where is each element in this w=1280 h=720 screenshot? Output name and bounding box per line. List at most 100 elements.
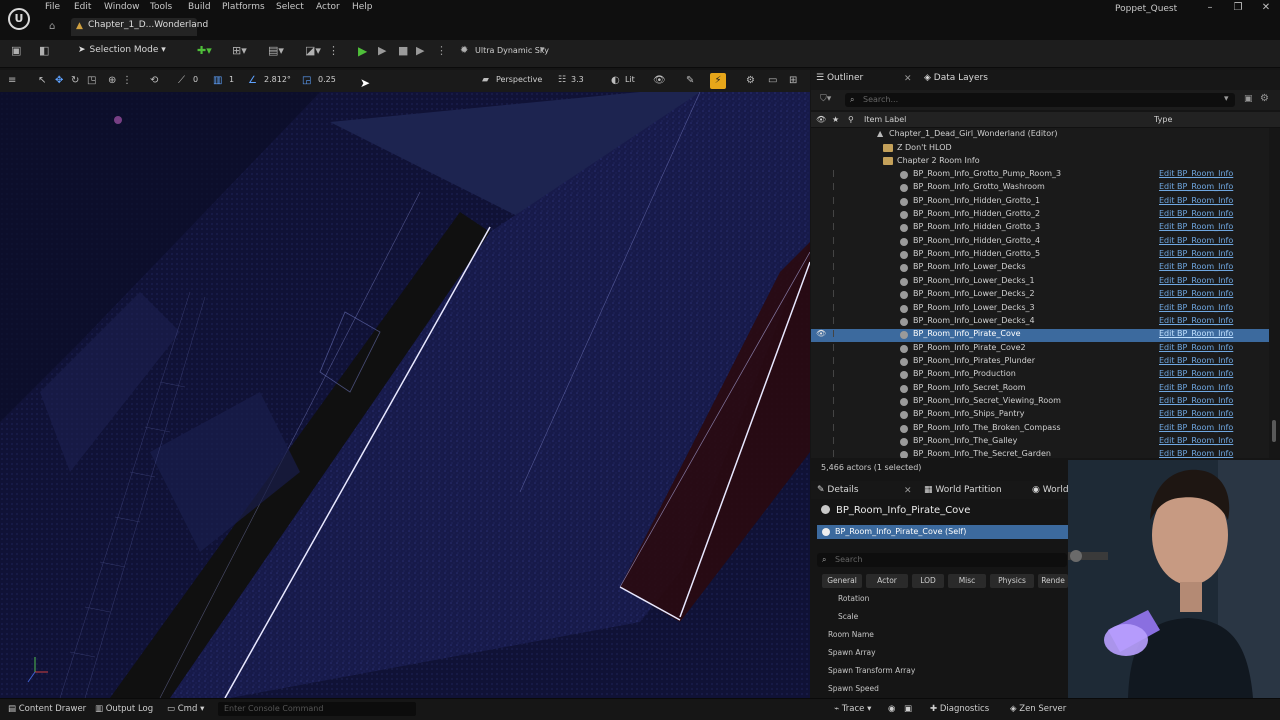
blueprint-icon[interactable]: ⊞▾ bbox=[232, 44, 247, 57]
edit-blueprint-link[interactable]: Edit BP_Room_Info bbox=[1159, 169, 1233, 178]
show-flags-icon[interactable]: 👁 bbox=[653, 75, 666, 86]
outliner-search-input[interactable]: ⌕ Search... bbox=[845, 93, 1235, 107]
lit-dropdown[interactable]: Lit bbox=[625, 75, 635, 84]
level-document-tab[interactable]: ▲ Chapter_1_D...Wonderland bbox=[71, 18, 208, 36]
rotation-snap-value[interactable]: 0 bbox=[193, 75, 198, 84]
edit-blueprint-link[interactable]: Edit BP_Room_Info bbox=[1159, 436, 1233, 445]
edit-blueprint-link[interactable]: Edit BP_Room_Info bbox=[1159, 236, 1233, 245]
filter-misc[interactable]: Misc bbox=[948, 574, 986, 588]
more-options-icon[interactable]: ⋮ bbox=[328, 44, 339, 57]
add-actor-icon[interactable]: ✚▾ bbox=[197, 44, 212, 57]
add-folder-icon[interactable]: ▣ bbox=[1244, 94, 1253, 104]
sky-chevron-icon[interactable]: ▾ bbox=[540, 45, 545, 55]
diagnostics-button[interactable]: ✚ Diagnostics bbox=[930, 704, 989, 714]
pen-icon[interactable]: ✎ bbox=[686, 75, 694, 86]
scale-tool-icon[interactable]: ◳ bbox=[87, 75, 96, 86]
tree-row-actor[interactable]: BP_Room_Info_Lower_Decks_2 Edit BP_Room_I… bbox=[811, 289, 1269, 302]
pin-toggle-icon[interactable] bbox=[833, 356, 838, 364]
viewport-options-icon[interactable]: ≡ bbox=[8, 75, 16, 86]
play-options-icon[interactable]: ⋮ bbox=[436, 44, 447, 57]
cinematics-icon[interactable]: ▤▾ bbox=[268, 44, 284, 57]
tree-row-actor[interactable]: BP_Room_Info_Hidden_Grotto_2 Edit BP_Room… bbox=[811, 209, 1269, 222]
minimize-icon[interactable]: – bbox=[1202, 2, 1218, 13]
cmd-dropdown[interactable]: ▭ Cmd ▾ bbox=[167, 704, 204, 714]
unreal-logo-icon[interactable]: U bbox=[8, 8, 30, 30]
menu-actor[interactable]: Actor bbox=[316, 2, 340, 12]
tree-row-actor[interactable]: BP_Room_Info_Secret_Viewing_Room Edit BP_… bbox=[811, 396, 1269, 409]
type-header[interactable]: Type bbox=[1154, 115, 1172, 124]
grid-snap-icon[interactable]: ⟲ bbox=[150, 75, 158, 86]
search-chevron-icon[interactable]: ▾ bbox=[1224, 94, 1229, 104]
tree-row-actor[interactable]: 👁 BP_Room_Info_Pirate_Cove Edit BP_Room_In… bbox=[811, 329, 1269, 343]
tree-row-actor[interactable]: BP_Room_Info_The_Secret_Garden Edit BP_Ro… bbox=[811, 449, 1269, 458]
level-viewport[interactable] bbox=[0, 92, 810, 698]
pin-toggle-icon[interactable] bbox=[833, 250, 838, 258]
favorite-column-icon[interactable]: ★ bbox=[832, 115, 839, 124]
scale-snap-icon[interactable]: ◲ bbox=[302, 75, 311, 86]
pin-toggle-icon[interactable] bbox=[833, 383, 838, 391]
scale-snap-value[interactable]: 0.25 bbox=[318, 75, 336, 84]
screenshot-icon[interactable]: ▣ bbox=[904, 704, 912, 714]
edit-blueprint-link[interactable]: Edit BP_Room_Info bbox=[1159, 383, 1233, 392]
pin-toggle-icon[interactable] bbox=[833, 410, 838, 418]
edit-blueprint-link[interactable]: Edit BP_Room_Info bbox=[1159, 196, 1233, 205]
trace-dropdown[interactable]: ⌁ Trace ▾ bbox=[834, 704, 871, 714]
edit-blueprint-link[interactable]: Edit BP_Room_Info bbox=[1159, 182, 1233, 191]
pin-toggle-icon[interactable] bbox=[833, 170, 838, 177]
edit-blueprint-link[interactable]: Edit BP_Room_Info bbox=[1159, 356, 1233, 365]
rotate-tool-icon[interactable]: ↻ bbox=[71, 75, 79, 86]
close-window-icon[interactable]: ✕ bbox=[1258, 2, 1274, 13]
stop-button[interactable]: ■ bbox=[398, 44, 408, 57]
edit-blueprint-link[interactable]: Edit BP_Room_Info bbox=[1159, 303, 1233, 312]
sky-label[interactable]: Ultra Dynamic Sky bbox=[475, 46, 549, 55]
content-drawer-button[interactable]: ▤ Content Drawer bbox=[8, 704, 86, 714]
edit-blueprint-link[interactable]: Edit BP_Room_Info bbox=[1159, 343, 1233, 352]
record-icon[interactable]: ◉ bbox=[888, 704, 895, 714]
tree-row-actor[interactable]: BP_Room_Info_Ships_Pantry Edit BP_Room_In… bbox=[811, 409, 1269, 422]
pin-toggle-icon[interactable] bbox=[833, 183, 838, 191]
tab-world-partition[interactable]: ▦ World Partition bbox=[924, 485, 1002, 495]
tree-row-actor[interactable]: BP_Room_Info_Lower_Decks Edit BP_Room_Inf… bbox=[811, 262, 1269, 275]
item-label-header[interactable]: Item Label bbox=[864, 115, 906, 124]
grid-snap-value[interactable]: 1 bbox=[229, 75, 234, 84]
edit-blueprint-link[interactable]: Edit BP_Room_Info bbox=[1159, 276, 1233, 285]
tab-details[interactable]: ✎ Details bbox=[817, 485, 859, 495]
layout-icon[interactable]: ▭ bbox=[768, 75, 777, 86]
filter-physics[interactable]: Physics bbox=[990, 574, 1034, 588]
outliner-scroll-thumb[interactable] bbox=[1272, 420, 1276, 442]
world-space-icon[interactable]: ⊕ bbox=[108, 75, 116, 86]
settings-gear-icon[interactable]: ⚙ bbox=[746, 75, 755, 86]
tree-row-actor[interactable]: BP_Room_Info_The_Galley Edit BP_Room_Info bbox=[811, 436, 1269, 449]
eject-button[interactable]: ▶ bbox=[416, 44, 424, 57]
fov-value[interactable]: 3.3 bbox=[571, 75, 584, 84]
angle-snap-icon[interactable]: ∠ bbox=[248, 75, 257, 86]
select-tool-icon[interactable]: ↖ bbox=[38, 75, 46, 86]
tree-row-actor[interactable]: BP_Room_Info_Lower_Decks_3 Edit BP_Room_I… bbox=[811, 303, 1269, 316]
pin-toggle-icon[interactable] bbox=[833, 276, 838, 284]
filter-general[interactable]: General bbox=[822, 574, 862, 588]
menu-window[interactable]: Window bbox=[104, 2, 140, 12]
details-search-input[interactable]: ⌕ Search bbox=[817, 553, 1067, 567]
menu-tools[interactable]: Tools bbox=[150, 2, 172, 12]
visibility-eye-icon[interactable]: 👁 bbox=[816, 329, 826, 338]
grid-icon[interactable]: ▥ bbox=[213, 75, 222, 86]
surface-snap-icon[interactable]: ⋮ bbox=[122, 75, 132, 86]
menu-edit[interactable]: Edit bbox=[74, 2, 91, 12]
pin-toggle-icon[interactable] bbox=[833, 370, 838, 378]
tab-data-layers[interactable]: ◈ Data Layers bbox=[924, 73, 988, 83]
tree-row-actor[interactable]: BP_Room_Info_Grotto_Washroom Edit BP_Room… bbox=[811, 182, 1269, 195]
selection-mode-dropdown[interactable]: ➤ Selection Mode ▾ bbox=[78, 45, 166, 55]
tree-row-actor[interactable]: BP_Room_Info_Pirate_Cove2 Edit BP_Room_In… bbox=[811, 343, 1269, 356]
menu-build[interactable]: Build bbox=[188, 2, 211, 12]
outliner-scrollbar[interactable] bbox=[1269, 128, 1280, 458]
menu-file[interactable]: File bbox=[45, 2, 60, 12]
tree-row-world[interactable]: ▲ Chapter_1_Dead_Girl_Wonderland (Editor… bbox=[811, 129, 1269, 142]
tree-row-actor[interactable]: BP_Room_Info_Lower_Decks_1 Edit BP_Room_I… bbox=[811, 276, 1269, 289]
outliner-settings-icon[interactable]: ⚙ bbox=[1260, 93, 1269, 104]
edit-blueprint-link[interactable]: Edit BP_Room_Info bbox=[1159, 369, 1233, 378]
tree-row-actor[interactable]: BP_Room_Info_Hidden_Grotto_3 Edit BP_Room… bbox=[811, 222, 1269, 235]
pin-toggle-icon[interactable] bbox=[833, 210, 838, 218]
edit-blueprint-link[interactable]: Edit BP_Room_Info bbox=[1159, 396, 1233, 405]
tree-row-folder[interactable]: Chapter 2 Room Info bbox=[811, 156, 1269, 169]
tree-row-folder[interactable]: Z Don't HLOD bbox=[811, 143, 1269, 156]
